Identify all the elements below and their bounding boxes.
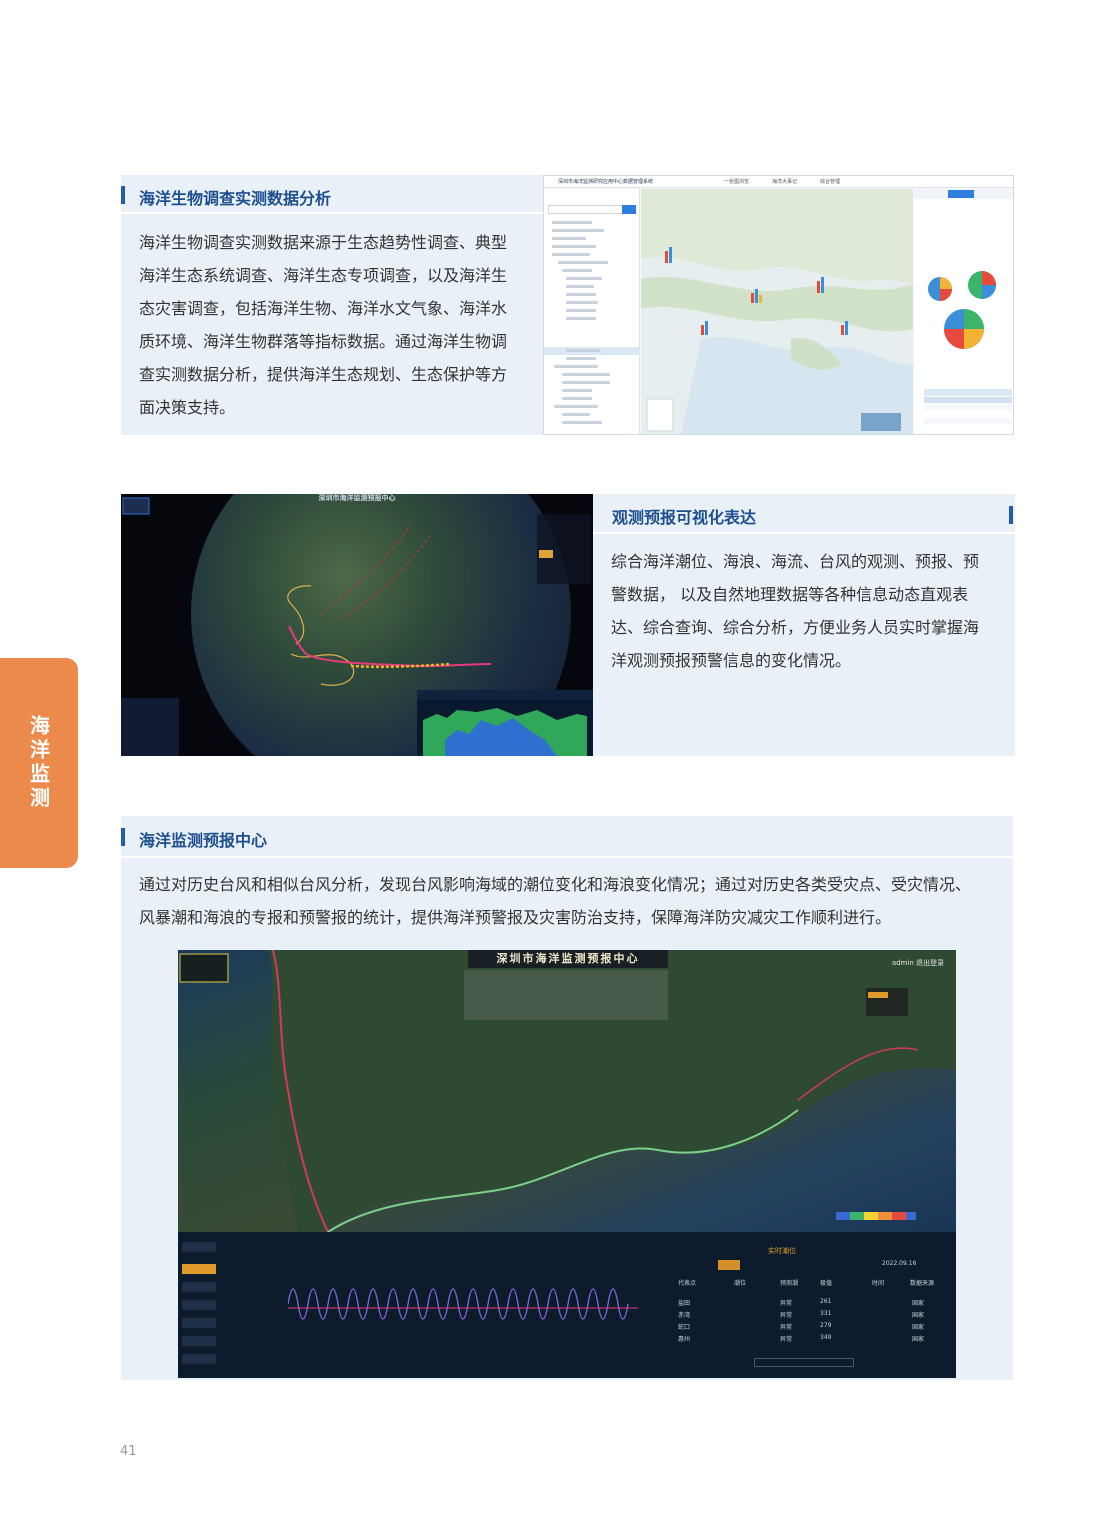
s2-title: 深圳市海洋监测预报中心 xyxy=(318,494,396,502)
s1-tab-map: 一张图浏览 xyxy=(724,179,750,185)
screenshot-ecology-system: 深圳市海洋监测研究应用中心数据管理系统 一张图浏览 海洋大事记 综合管理 xyxy=(543,175,1014,435)
s1-tab-events: 海洋大事记 xyxy=(772,179,798,185)
page-number: 41 xyxy=(120,1444,137,1459)
s3-panel-title: 实时潮位 xyxy=(768,1247,796,1255)
section-2-title-bar xyxy=(1009,506,1013,524)
section-1-title: 海洋生物调查实测数据分析 xyxy=(139,189,332,208)
section-2-divider xyxy=(593,532,1015,534)
s3-tide-chart xyxy=(288,1288,638,1320)
s1-topbar: 深圳市海洋监测研究应用中心数据管理系统 一张图浏览 海洋大事记 综合管理 xyxy=(544,176,1013,188)
section-1-divider xyxy=(121,212,543,214)
screenshot-monitoring-center: 深圳市海洋监测预报中心 admin 退出登录 实时潮位 2022.09.16 代… xyxy=(178,950,956,1378)
section-1-title-bar xyxy=(121,186,125,204)
section-3-body: 通过对历史台风和相似台风分析，发现台风影响海域的潮位变化和海浪变化情况；通过对历… xyxy=(139,875,972,927)
section-2-title: 观测预报可视化表达 xyxy=(612,508,757,527)
s3-date: 2022.09.16 xyxy=(882,1260,917,1267)
s2-legend xyxy=(121,698,179,756)
s1-title: 深圳市海洋监测研究应用中心数据管理系统 xyxy=(558,179,654,185)
side-tab-label: 海洋监测 xyxy=(26,715,51,811)
s1-tab-manage: 综合管理 xyxy=(820,179,841,185)
section-2-body: 综合海洋潮位、海浪、海流、台风的观测、预报、预 警数据， 以及自然地理数据等各种… xyxy=(611,552,980,670)
s3-satellite-map xyxy=(178,950,956,1233)
s3-tide-table: 实时潮位 2022.09.16 代表点 潮位 预测潮 极值 时间 数据来源 盐田… xyxy=(658,1246,950,1374)
s3-title: 深圳市海洋监测预报中心 xyxy=(468,950,668,968)
s1-tree-panel xyxy=(544,189,640,434)
section-3-divider xyxy=(121,856,1013,858)
section-3-title-bar xyxy=(121,828,125,846)
side-tab-ocean-monitoring: 海洋监测 xyxy=(0,658,78,868)
s3-user: admin 退出登录 xyxy=(891,959,944,967)
s1-analysis-panel xyxy=(914,189,1013,434)
section-1-body: 海洋生物调查实测数据来源于生态趋势性调查、典型 海洋生态系统调查、海洋生态专项调… xyxy=(139,233,508,417)
section-3-title: 海洋监测预报中心 xyxy=(139,831,268,850)
s1-map xyxy=(641,189,913,434)
screenshot-typhoon-globe: 深圳市海洋监测预报中心 xyxy=(121,494,593,756)
s2-chart-panel xyxy=(417,690,593,756)
